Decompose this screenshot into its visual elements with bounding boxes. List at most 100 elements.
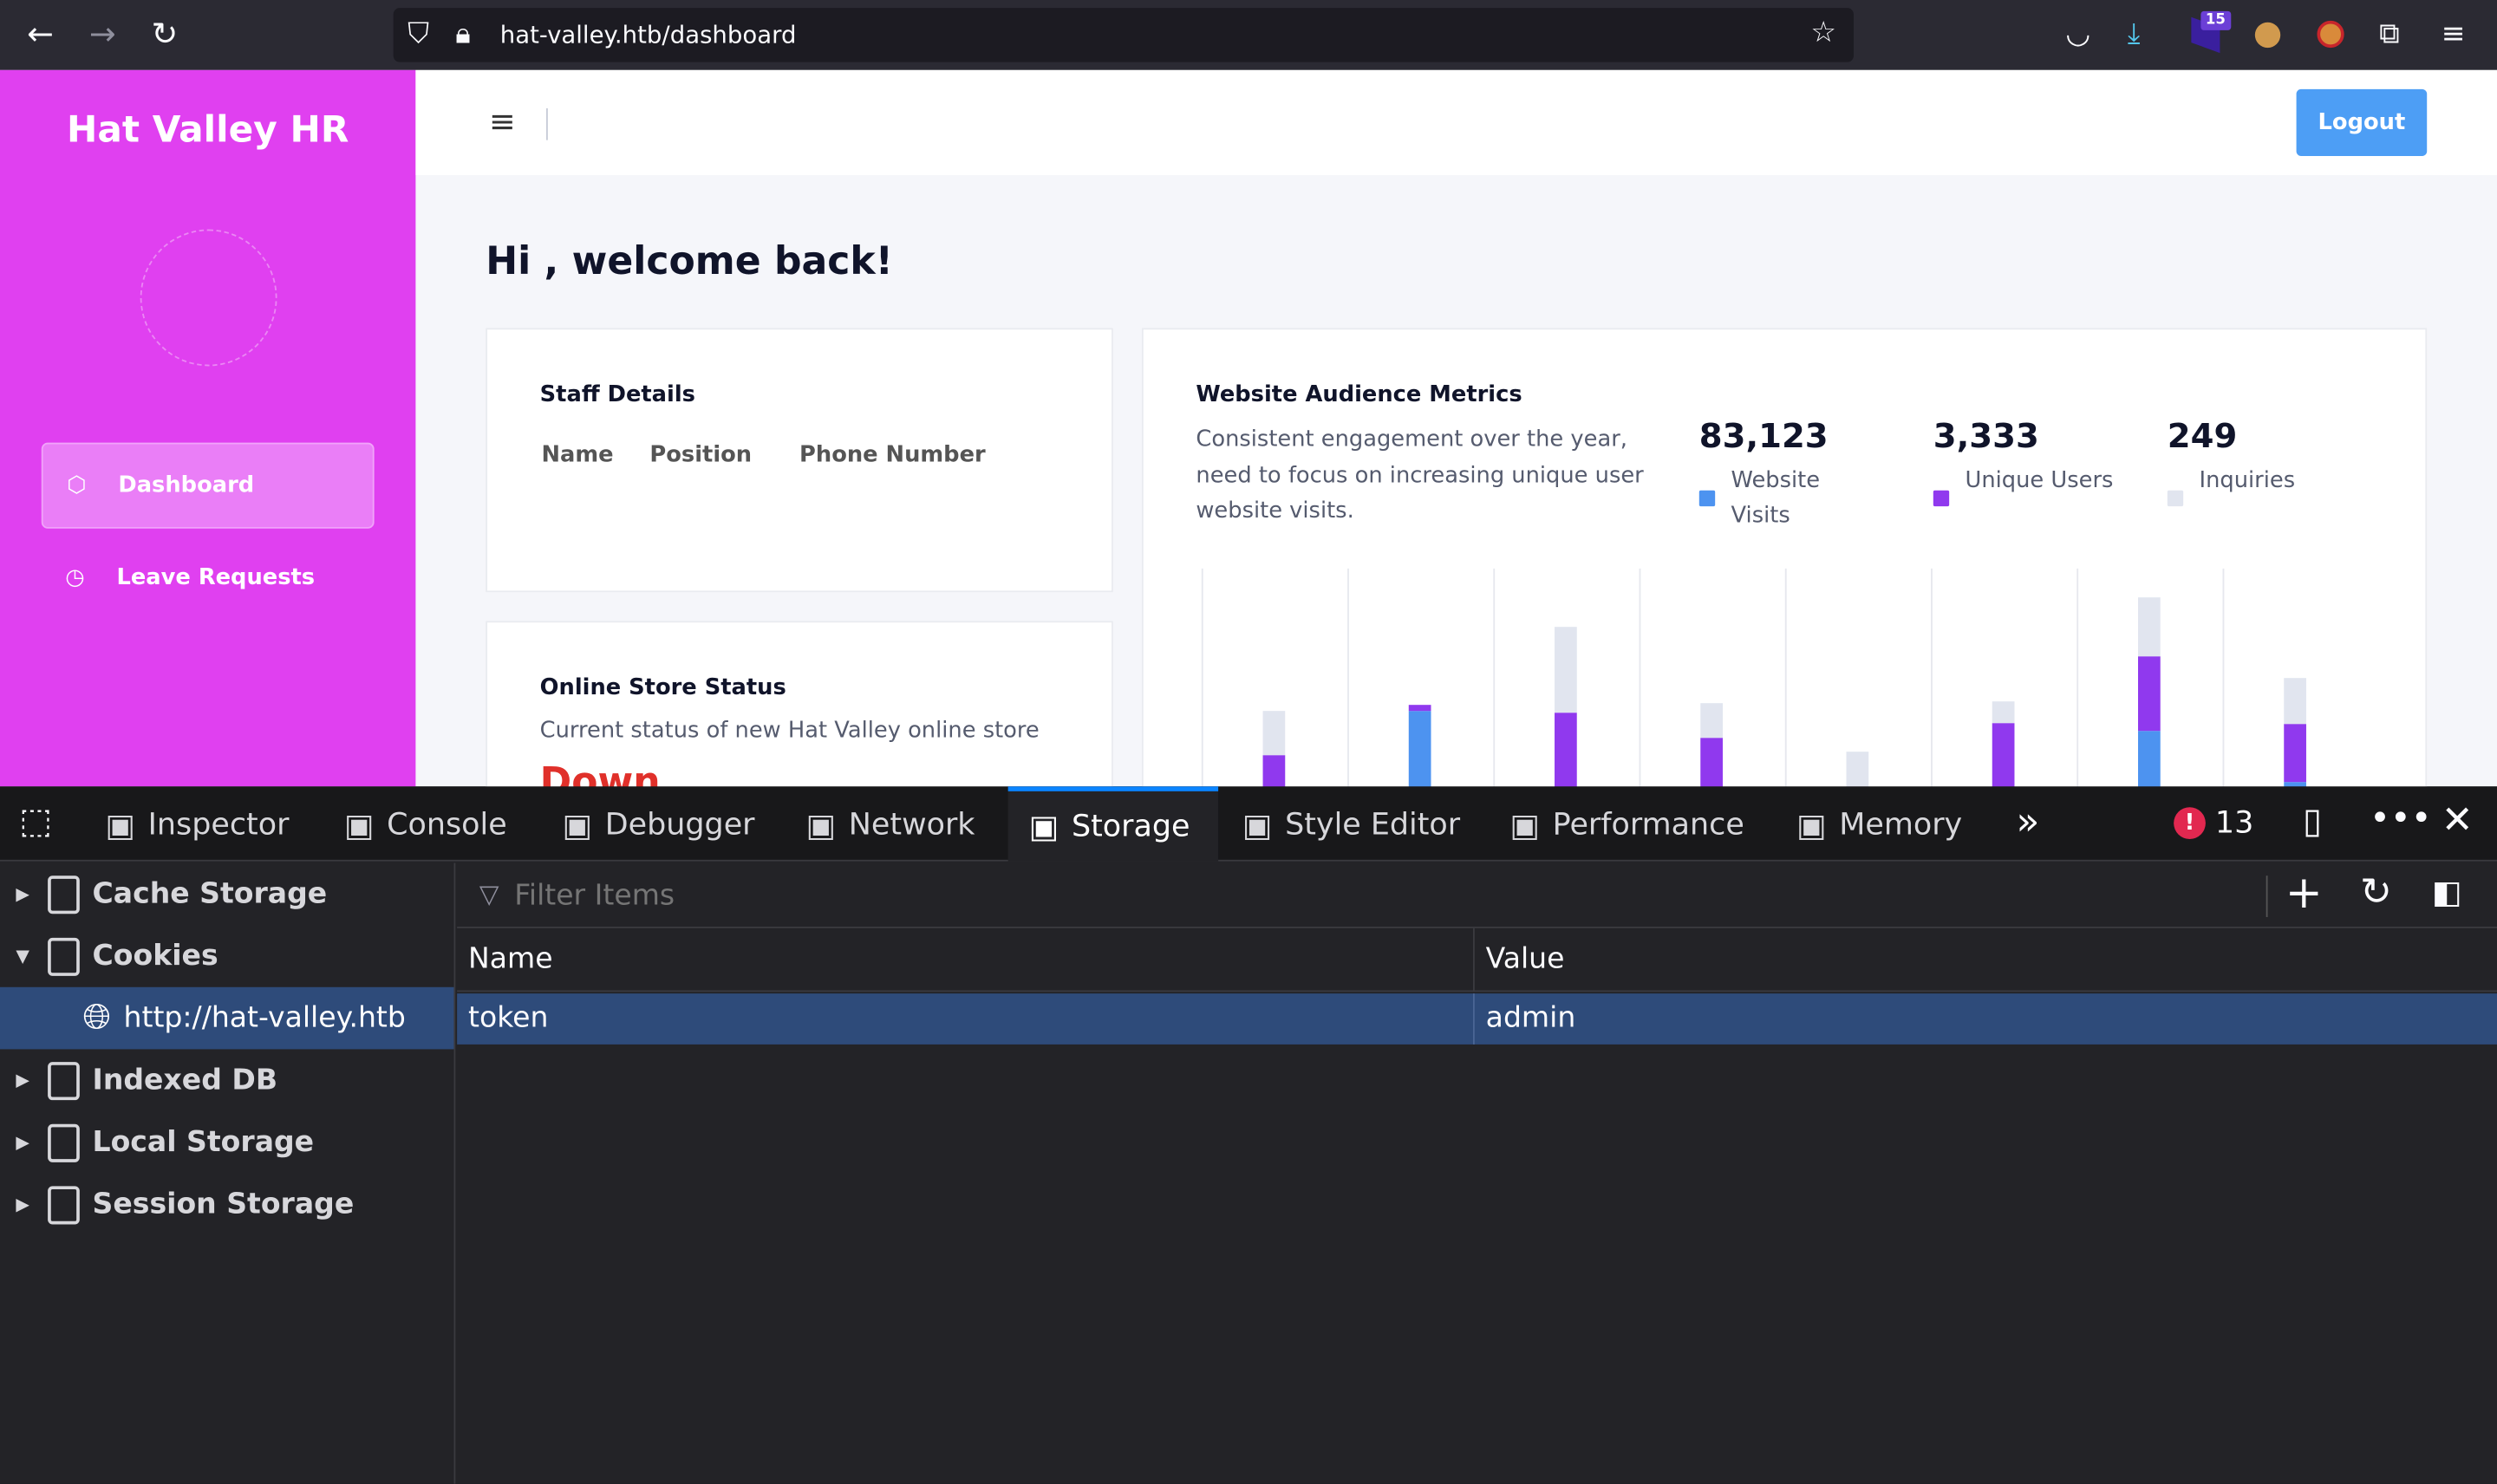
tab-debugger[interactable]: ▣ Debugger bbox=[541, 786, 764, 861]
tab-label: Style Editor bbox=[1285, 806, 1461, 842]
bar-unique-users bbox=[1555, 713, 1577, 789]
clock-icon: ◷ bbox=[65, 565, 85, 591]
tree-label: http://hat-valley.htb bbox=[123, 1001, 406, 1035]
forward-icon[interactable]: → bbox=[89, 15, 116, 53]
element-picker-icon[interactable]: ⬚ bbox=[19, 803, 52, 843]
sidebar-item-dashboard[interactable]: ⬡ Dashboard bbox=[41, 442, 375, 529]
responsive-mode-icon[interactable]: ▯ bbox=[2303, 803, 2322, 843]
tab-console[interactable]: ▣ Console bbox=[323, 786, 523, 861]
store-status-card: Online Store Status Current status of ne… bbox=[486, 621, 1113, 812]
logout-button[interactable]: Logout bbox=[2296, 88, 2428, 157]
bar-unique-users bbox=[2138, 656, 2161, 732]
tree-label: Local Storage bbox=[92, 1125, 315, 1160]
storage-tree: ▶ Cache Storage ▼ Cookies 🌐︎ http://hat-valle… bbox=[0, 862, 456, 1484]
storage-icon bbox=[48, 1185, 80, 1224]
storage-icon bbox=[48, 936, 80, 976]
tree-item-host[interactable]: 🌐︎ http://hat-valley.htb bbox=[0, 986, 454, 1050]
filter-icon: ▽ bbox=[479, 878, 499, 909]
table-row[interactable]: token admin bbox=[457, 993, 2497, 1045]
bar-inquiries bbox=[1846, 752, 1869, 789]
stat-value: 249 bbox=[2167, 417, 2238, 456]
sidebar-item-leave-requests[interactable]: ◷ Leave Requests bbox=[42, 535, 375, 621]
extension-badge: 15 bbox=[2200, 10, 2231, 30]
storage-icon bbox=[48, 1123, 80, 1162]
hamburger-icon[interactable]: ≡ bbox=[489, 102, 516, 140]
download-icon[interactable]: ⤓ bbox=[2128, 17, 2141, 51]
back-icon[interactable]: ← bbox=[27, 15, 54, 53]
stat-label: Unique Users bbox=[1965, 468, 2114, 494]
tree-item[interactable]: ▶ Session Storage bbox=[0, 1174, 453, 1236]
blocked-extension-icon[interactable] bbox=[2317, 20, 2344, 49]
lock-icon[interactable]: 🔒︎ bbox=[455, 17, 471, 51]
tab-network[interactable]: ▣ Network bbox=[786, 786, 993, 861]
error-icon[interactable]: ! bbox=[2174, 807, 2206, 839]
stat-label: Website Visits bbox=[1731, 468, 1821, 529]
column-header: Position bbox=[649, 442, 753, 469]
cookie-value: admin bbox=[1485, 1001, 1576, 1035]
tab-style-editor[interactable]: ▣ Style Editor bbox=[1222, 786, 1473, 861]
avatar bbox=[140, 229, 277, 367]
reload-icon[interactable]: ↻ bbox=[151, 15, 178, 53]
cookie-extension-icon[interactable] bbox=[2254, 22, 2281, 49]
tree-label: Session Storage bbox=[92, 1188, 355, 1221]
tab-label: Inspector bbox=[147, 806, 290, 842]
inspector-icon: ▣ bbox=[105, 804, 135, 843]
more-tabs-icon[interactable]: » bbox=[2016, 799, 2039, 843]
bar-inquiries bbox=[1992, 701, 2015, 724]
url-bar[interactable]: hat-valley.htb/dashboard bbox=[393, 8, 1854, 62]
tab-memory[interactable]: ▣ Memory bbox=[1776, 786, 1979, 861]
divider bbox=[546, 107, 548, 140]
caret-right-icon[interactable]: ▶ bbox=[16, 1070, 35, 1090]
tree-item[interactable]: ▶ Local Storage bbox=[0, 1111, 453, 1174]
close-icon[interactable]: ✕ bbox=[2442, 797, 2474, 842]
gauge-icon: ▣ bbox=[1509, 804, 1540, 843]
card-title: Website Audience Metrics bbox=[1196, 381, 1522, 408]
stat-label: Inquiries bbox=[2199, 468, 2296, 494]
card-title: Staff Details bbox=[539, 381, 695, 408]
column-header-name[interactable]: Name bbox=[468, 942, 553, 976]
network-icon: ▣ bbox=[805, 804, 837, 843]
column-header-value[interactable]: Value bbox=[1486, 942, 1565, 976]
bar-inquiries bbox=[1262, 711, 1286, 756]
tab-inspector[interactable]: ▣ Inspector bbox=[84, 786, 299, 861]
tree-item[interactable]: ▶ Cache Storage bbox=[0, 863, 453, 926]
web-page: Hat Valley HR ⬡ Dashboard ◷ Leave Requests… bbox=[0, 69, 2497, 812]
browser-toolbar: ← → ↻ hat-valley.htb/dashboard ⛉ 🔒︎ ☆ ◡ … bbox=[0, 0, 2497, 70]
tree-item[interactable]: ▶ Indexed DB bbox=[0, 1049, 453, 1111]
filter-input[interactable] bbox=[514, 872, 2251, 917]
stat-value: 83,123 bbox=[1698, 417, 1829, 456]
tab-storage[interactable]: ▣ Storage bbox=[1007, 786, 1219, 862]
more-options-icon[interactable]: ••• bbox=[2370, 799, 2432, 839]
bar-unique-users bbox=[1408, 705, 1431, 712]
pocket-icon[interactable]: ◡ bbox=[2065, 17, 2090, 51]
refresh-icon[interactable]: ↻ bbox=[2360, 869, 2392, 914]
legend-swatch bbox=[1698, 490, 1716, 507]
legend-swatch bbox=[1933, 490, 1950, 507]
tree-item[interactable]: ▼ Cookies bbox=[0, 925, 453, 987]
tab-label: Network bbox=[848, 806, 975, 842]
globe-icon: 🌐︎ bbox=[82, 998, 111, 1038]
tab-label: Memory bbox=[1839, 806, 1963, 842]
add-item-icon[interactable]: + bbox=[2285, 866, 2323, 919]
console-icon: ▣ bbox=[343, 804, 375, 843]
bookmark-star-icon[interactable]: ☆ bbox=[1810, 16, 1836, 49]
filter-bar: ▽ + ↻ ◧ bbox=[457, 863, 2497, 928]
devtools-panel: ⬚ ▣ Inspector ▣ Console ▣ Debugger ▣ Network ▣ St… bbox=[0, 786, 2497, 1484]
extensions-puzzle-icon[interactable]: ⧉ bbox=[2379, 17, 2400, 51]
braces-icon: ▣ bbox=[1242, 804, 1273, 843]
stat-value: 3,333 bbox=[1933, 417, 2039, 456]
page-title: Hi , welcome back! bbox=[486, 238, 893, 283]
top-header: ≡ Logout bbox=[415, 69, 2497, 176]
toggle-sidebar-icon[interactable]: ◧ bbox=[2432, 873, 2462, 911]
storage-icon bbox=[48, 1061, 80, 1100]
storage-icon: ▣ bbox=[1028, 807, 1059, 846]
menu-icon[interactable]: ≡ bbox=[2442, 17, 2466, 51]
caret-right-icon[interactable]: ▶ bbox=[16, 883, 35, 904]
caret-down-icon[interactable]: ▼ bbox=[16, 946, 35, 967]
caret-right-icon[interactable]: ▶ bbox=[16, 1194, 35, 1215]
tab-performance[interactable]: ▣ Performance bbox=[1489, 786, 1759, 861]
error-count[interactable]: 13 bbox=[2215, 805, 2253, 840]
cookie-name: token bbox=[468, 1001, 549, 1035]
caret-right-icon[interactable]: ▶ bbox=[16, 1132, 35, 1153]
shield-icon[interactable]: ⛉ bbox=[407, 17, 429, 51]
